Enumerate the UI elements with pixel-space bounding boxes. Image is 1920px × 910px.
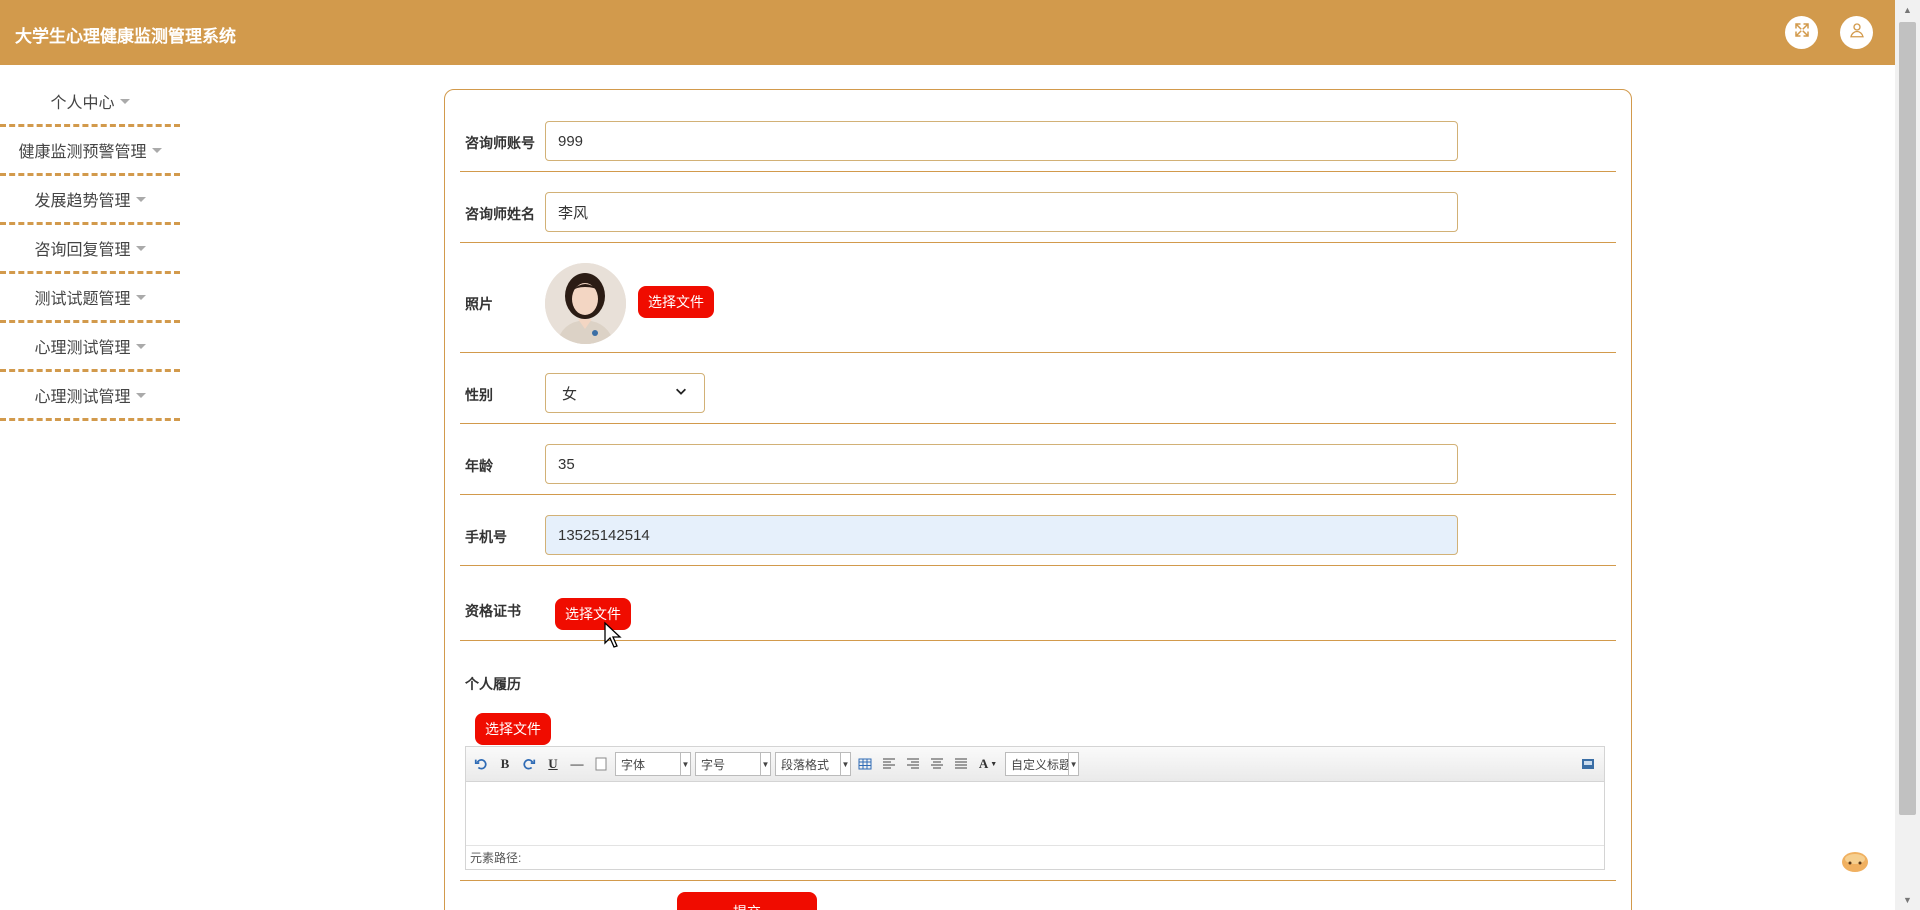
resume-rich-text-editor: B U — 字体 ▼ 字号 ▼ 段落格式 ▼ A ▼ 自定义标题 ▼ 元素路径: (465, 746, 1605, 870)
align-right-icon[interactable] (903, 754, 923, 774)
scroll-up-arrow-icon[interactable]: ▲ (1895, 0, 1920, 20)
gender-label: 性别 (465, 387, 493, 403)
element-path-label: 元素路径: (470, 851, 522, 865)
name-row: 咨询师姓名 李风 (460, 172, 1616, 243)
underline-icon[interactable]: U (543, 754, 563, 774)
dropdown-arrow-icon: ▼ (760, 753, 770, 775)
user-menu-button[interactable] (1840, 16, 1873, 49)
phone-label: 手机号 (465, 529, 507, 545)
caret-down-icon (151, 147, 162, 153)
sidebar-item-test-questions[interactable]: 测试试题管理 (0, 274, 180, 323)
font-color-icon[interactable]: A ▼ (975, 754, 1001, 774)
age-label: 年龄 (465, 458, 493, 474)
expand-icon (1793, 21, 1811, 44)
paragraph-format-select[interactable]: 段落格式 ▼ (775, 752, 851, 776)
caret-down-icon (135, 294, 146, 300)
undo-icon[interactable] (471, 754, 491, 774)
account-row: 咨询师账号 999 (460, 90, 1616, 172)
fullscreen-button[interactable] (1785, 16, 1818, 49)
avatar-photo (545, 263, 626, 344)
redo-icon[interactable] (519, 754, 539, 774)
gender-selected-value: 女 (562, 385, 578, 403)
photo-row: 照片 选择文件 (460, 243, 1616, 353)
gender-row: 性别 女 (460, 353, 1616, 424)
align-left-icon[interactable] (879, 754, 899, 774)
sidebar-item-personal-center[interactable]: 个人中心 (0, 78, 180, 127)
name-label: 咨询师姓名 (465, 206, 535, 222)
certificate-row: 资格证书 选择文件 (460, 566, 1616, 641)
age-row: 年龄 35 (460, 424, 1616, 495)
gender-select[interactable]: 女 (545, 373, 705, 413)
scroll-down-arrow-icon[interactable]: ▼ (1895, 890, 1920, 910)
caret-down-icon (135, 392, 146, 398)
resume-choose-file-button[interactable]: 选择文件 (475, 713, 551, 745)
phone-row: 手机号 13525142514 (460, 495, 1616, 566)
dropdown-arrow-icon: ▼ (680, 753, 690, 775)
age-input[interactable]: 35 (545, 444, 1458, 484)
align-justify-icon[interactable] (951, 754, 971, 774)
custom-heading-select[interactable]: 自定义标题 ▼ (1005, 752, 1079, 776)
scroll-thumb[interactable] (1899, 22, 1916, 815)
name-input[interactable]: 李风 (545, 192, 1458, 232)
account-label: 咨询师账号 (465, 135, 535, 151)
dropdown-arrow-icon: ▼ (1068, 753, 1078, 775)
photo-choose-file-button[interactable]: 选择文件 (638, 286, 714, 318)
chevron-down-icon (674, 384, 688, 402)
submit-button[interactable]: 提交 (677, 892, 817, 910)
profile-form-card: 咨询师账号 999 咨询师姓名 李风 照片 选择文件 性别 女 年龄 35 手机… (444, 89, 1632, 910)
editor-status-bar: 元素路径: (466, 845, 1604, 869)
divider (460, 880, 1616, 881)
source-code-icon[interactable] (1578, 754, 1598, 774)
dropdown-arrow-icon: ▼ (840, 753, 850, 775)
horizontal-rule-icon[interactable]: — (567, 754, 587, 774)
sidebar-item-trend[interactable]: 发展趋势管理 (0, 176, 180, 225)
resume-label: 个人履历 (465, 676, 521, 692)
caret-down-icon (119, 98, 130, 104)
caret-down-icon (135, 196, 146, 202)
editor-content-area[interactable] (466, 782, 1604, 845)
sidebar-item-psych-test-2[interactable]: 心理测试管理 (0, 372, 180, 421)
table-icon[interactable] (855, 754, 875, 774)
phone-input[interactable]: 13525142514 (545, 515, 1458, 555)
caret-down-icon (135, 343, 146, 349)
align-center-icon[interactable] (927, 754, 947, 774)
top-header: 大学生心理健康监测管理系统 (0, 0, 1895, 65)
font-size-select[interactable]: 字号 ▼ (695, 752, 771, 776)
sidebar-item-health-warning[interactable]: 健康监测预警管理 (0, 127, 180, 176)
font-family-select[interactable]: 字体 ▼ (615, 752, 691, 776)
app-title: 大学生心理健康监测管理系统 (15, 27, 236, 46)
mouse-cursor-icon (603, 621, 623, 649)
bold-icon[interactable]: B (495, 754, 515, 774)
editor-toolbar: B U — 字体 ▼ 字号 ▼ 段落格式 ▼ A ▼ 自定义标题 ▼ (466, 747, 1604, 782)
new-document-icon[interactable] (591, 754, 611, 774)
sidebar-item-psych-test[interactable]: 心理测试管理 (0, 323, 180, 372)
sidebar-item-consult-reply[interactable]: 咨询回复管理 (0, 225, 180, 274)
certificate-label: 资格证书 (465, 603, 521, 619)
sidebar-menu: 个人中心 健康监测预警管理 发展趋势管理 咨询回复管理 测试试题管理 心理测试管… (0, 78, 180, 421)
caret-down-icon (135, 245, 146, 251)
account-input[interactable]: 999 (545, 121, 1458, 161)
floating-mascot-icon[interactable] (1840, 848, 1870, 874)
page-scrollbar[interactable]: ▲ ▼ (1895, 0, 1920, 910)
user-icon (1848, 21, 1866, 44)
photo-label: 照片 (465, 296, 493, 312)
